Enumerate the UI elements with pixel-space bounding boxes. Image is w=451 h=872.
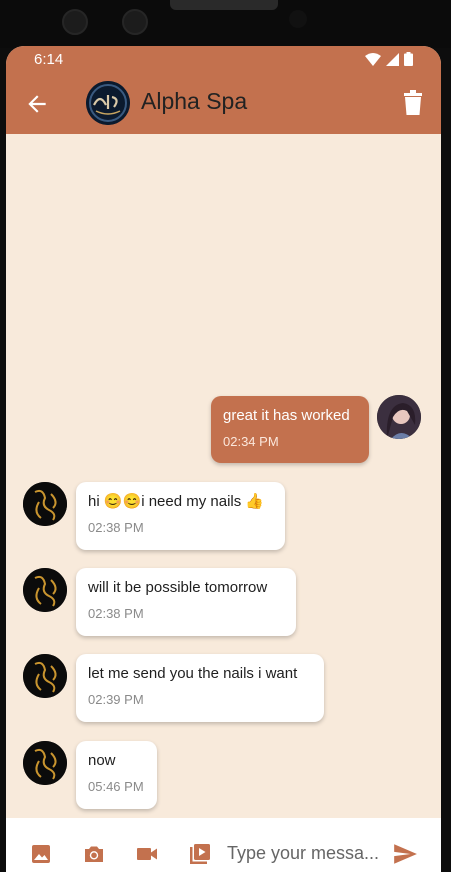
status-time: 6:14: [34, 51, 64, 68]
spa-logo-image: [86, 81, 130, 125]
front-sensor: [62, 9, 88, 35]
message-bubble-outgoing[interactable]: great it has worked 02:34 PM: [211, 396, 369, 463]
message-text: great it has worked: [223, 407, 350, 424]
chat-title: Alpha Spa: [141, 88, 248, 114]
spa-logo-image: [23, 482, 67, 526]
video-library-icon[interactable]: [188, 842, 212, 866]
status-bar: 6:14: [6, 46, 441, 72]
wifi-icon: [365, 52, 381, 66]
message-time: 02:38 PM: [88, 520, 144, 535]
message-bubble-incoming[interactable]: let me send you the nails i want 02:39 P…: [76, 654, 324, 722]
phone-bezel: [0, 0, 451, 48]
cell-signal-icon: [386, 52, 399, 66]
spa-avatar[interactable]: [23, 568, 67, 612]
battery-icon: [404, 52, 413, 66]
front-camera: [122, 9, 148, 35]
spa-avatar[interactable]: [23, 741, 67, 785]
message-bubble-incoming[interactable]: will it be possible tomorrow 02:38 PM: [76, 568, 296, 636]
message-time: 02:39 PM: [88, 692, 144, 707]
my-avatar[interactable]: [377, 395, 421, 439]
trash-icon[interactable]: [401, 90, 425, 116]
message-text: hi 😊😊i need my nails 👍: [88, 493, 265, 510]
speaker-grille: [170, 0, 278, 10]
message-time: 05:46 PM: [88, 779, 144, 794]
message-input[interactable]: Type your messa...: [227, 843, 379, 864]
message-text: let me send you the nails i want: [88, 665, 298, 682]
back-arrow-icon[interactable]: [24, 91, 50, 117]
chat-screen: 6:14 Alpha Spa great it has worked 02:34…: [6, 46, 441, 872]
spa-avatar[interactable]: [23, 482, 67, 526]
contact-avatar[interactable]: [86, 81, 130, 125]
image-icon[interactable]: [29, 842, 53, 866]
message-bubble-incoming[interactable]: now 05:46 PM: [76, 741, 157, 809]
spa-logo-image: [23, 741, 67, 785]
message-text: now: [88, 752, 116, 769]
message-time: 02:38 PM: [88, 606, 144, 621]
message-text: will it be possible tomorrow: [88, 579, 268, 596]
camera-icon[interactable]: [82, 842, 106, 866]
proximity-sensor: [289, 10, 307, 28]
message-composer: Type your messa...: [6, 818, 441, 872]
message-time: 02:34 PM: [223, 434, 279, 449]
spa-logo-image: [23, 654, 67, 698]
spa-logo-image: [23, 568, 67, 612]
send-icon[interactable]: [392, 841, 418, 867]
spa-avatar[interactable]: [23, 654, 67, 698]
status-icons: [365, 52, 413, 66]
user-photo-image: [377, 395, 421, 439]
app-bar: Alpha Spa: [6, 72, 441, 134]
video-icon[interactable]: [135, 842, 159, 866]
message-bubble-incoming[interactable]: hi 😊😊i need my nails 👍 02:38 PM: [76, 482, 285, 550]
